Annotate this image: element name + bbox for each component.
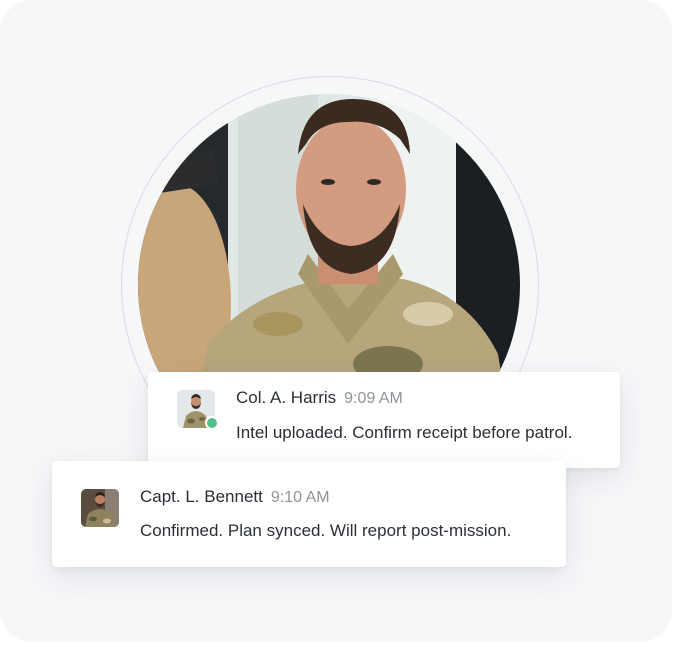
- message-text: Confirmed. Plan synced. Will report post…: [140, 521, 512, 540]
- message-meta: Col. A. Harris 9:09 AM: [236, 388, 403, 409]
- message-meta: Capt. L. Bennett 9:10 AM: [140, 487, 330, 508]
- avatar-photo: [81, 489, 119, 527]
- message-time: 9:09 AM: [344, 390, 403, 407]
- message-text: Intel uploaded. Confirm receipt before p…: [236, 423, 573, 442]
- online-status-dot: [205, 416, 219, 430]
- message-card[interactable]: Col. A. Harris 9:09 AM Intel uploaded. Co…: [148, 372, 620, 468]
- author-name[interactable]: Col. A. Harris: [236, 388, 336, 407]
- message-card[interactable]: Capt. L. Bennett 9:10 AM Confirmed. Plan …: [52, 461, 566, 567]
- message-time: 9:10 AM: [270, 489, 330, 506]
- avatar[interactable]: [177, 390, 219, 430]
- author-name[interactable]: Capt. L. Bennett: [140, 487, 263, 506]
- avatar[interactable]: [81, 489, 119, 527]
